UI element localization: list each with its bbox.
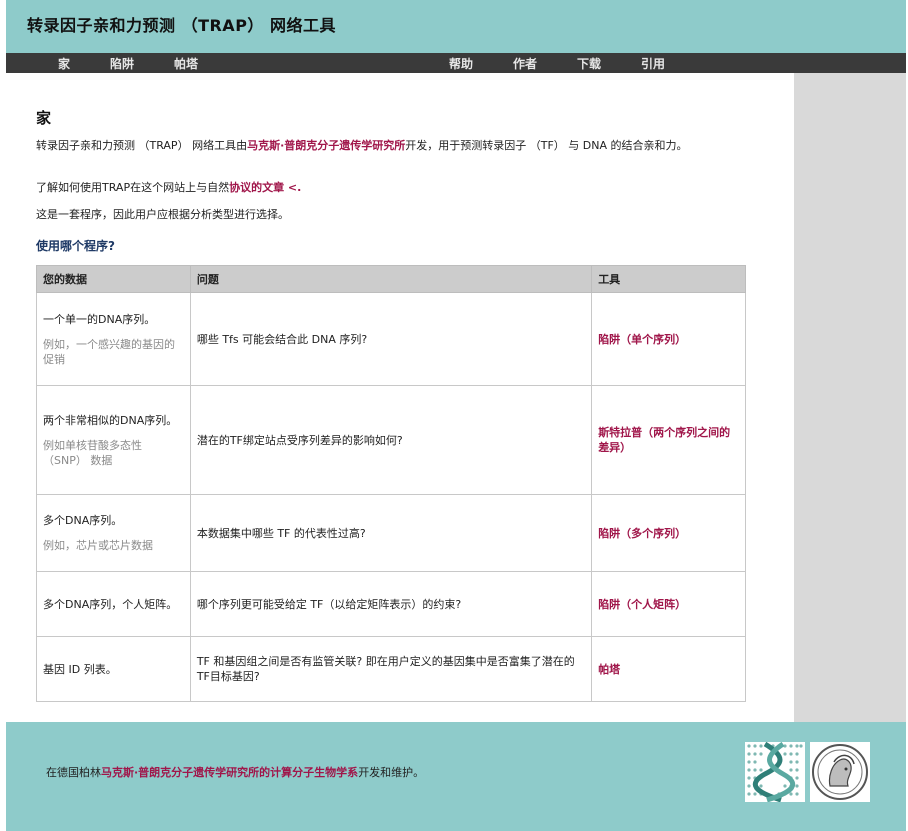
data-text: 两个非常相似的DNA序列。 — [43, 413, 178, 427]
col-header-question: 问题 — [189, 265, 593, 293]
which-program-heading: 使用哪个程序? — [36, 239, 115, 253]
table-header-row: 您的数据 问题 工具 — [36, 265, 746, 293]
question-cell: 哪个序列更可能受给定 TF（以给定矩阵表示）的约束? — [189, 571, 593, 637]
suite-paragraph: 这是一套程序，因此用户应根据分析类型进行选择。 — [36, 208, 289, 221]
nav-help-link[interactable]: 帮助 — [449, 55, 473, 72]
tool-link-pasta[interactable]: 帕塔 — [598, 663, 620, 676]
intro-text-start: 转录因子亲和力预测 （TRAP） 网络工具由 — [36, 139, 248, 152]
dna-logo-icon — [745, 742, 805, 802]
learn-text: 了解如何使用TRAP在这个网站上与自然 — [36, 181, 230, 194]
data-cell: 多个DNA序列。例如，芯片或芯片数据 — [36, 494, 191, 572]
tool-link-trap-matrix[interactable]: 陷阱（个人矩阵） — [598, 598, 686, 611]
data-text: 多个DNA序列。 — [43, 514, 123, 527]
example-text: 例如，一个感兴趣的基因的促销 — [43, 337, 175, 366]
site-header: 转录因子亲和力预测 （TRAP） 网络工具 — [6, 0, 906, 53]
page-heading: 家 — [36, 109, 52, 127]
protocol-article-link[interactable]: 协议的文章 <. — [229, 181, 301, 194]
col-header-data: 您的数据 — [36, 265, 191, 293]
footer-text-start: 在德国柏林 — [46, 766, 101, 779]
tool-cell: 陷阱（单个序列） — [591, 292, 746, 386]
nav-home-link[interactable]: 家 — [58, 55, 70, 72]
nav-pasta-link[interactable]: 帕塔 — [174, 55, 198, 72]
data-cell: 一个单一的DNA序列。例如，一个感兴趣的基因的促销 — [36, 292, 191, 386]
footer-department-link[interactable]: 马克斯·普朗克分子遗传学研究所的计算分子生物学系 — [101, 766, 358, 779]
question-cell: 本数据集中哪些 TF 的代表性过高? — [189, 494, 593, 572]
tool-link-trap-single[interactable]: 陷阱（单个序列） — [598, 333, 686, 346]
col-header-tool: 工具 — [591, 265, 746, 293]
table-row: 一个单一的DNA序列。例如，一个感兴趣的基因的促销 哪些 Tfs 可能会结合此 … — [36, 292, 746, 386]
minerva-logo-icon — [810, 742, 870, 802]
tool-cell: 陷阱（多个序列） — [591, 494, 746, 572]
data-cell: 多个DNA序列，个人矩阵。 — [36, 571, 191, 637]
institute-link[interactable]: 马克斯·普朗克分子遗传学研究所 — [247, 139, 405, 152]
tool-cell: 斯特拉普（两个序列之间的差异） — [591, 385, 746, 495]
nav-trap-link[interactable]: 陷阱 — [110, 55, 134, 72]
tool-cell: 帕塔 — [591, 636, 746, 702]
tool-link-strap[interactable]: 斯特拉普（两个序列之间的差异） — [598, 426, 730, 454]
table-row: 两个非常相似的DNA序列。例如单核苷酸多态性 （SNP） 数据 潜在的TF绑定站… — [36, 385, 746, 495]
data-cell: 两个非常相似的DNA序列。例如单核苷酸多态性 （SNP） 数据 — [36, 385, 191, 495]
nav-download-link[interactable]: 下载 — [577, 55, 601, 72]
question-cell: 潜在的TF绑定站点受序列差异的影响如何? — [189, 385, 593, 495]
table-row: 多个DNA序列，个人矩阵。 哪个序列更可能受给定 TF（以给定矩阵表示）的约束?… — [36, 571, 746, 637]
example-text: 例如，芯片或芯片数据 — [43, 539, 153, 552]
right-sidebar — [794, 73, 906, 722]
tool-link-trap-multiple[interactable]: 陷阱（多个序列） — [598, 527, 686, 540]
learn-paragraph: 了解如何使用TRAP在这个网站上与自然协议的文章 <. — [36, 180, 748, 195]
nav-cite-link[interactable]: 引用 — [641, 55, 665, 72]
question-cell: 哪些 Tfs 可能会结合此 DNA 序列? — [189, 292, 593, 386]
table-row: 多个DNA序列。例如，芯片或芯片数据 本数据集中哪些 TF 的代表性过高? 陷阱… — [36, 494, 746, 572]
site-footer: 在德国柏林马克斯·普朗克分子遗传学研究所的计算分子生物学系开发和维护。 — [6, 722, 906, 831]
tool-cell: 陷阱（个人矩阵） — [591, 571, 746, 637]
data-cell: 基因 ID 列表。 — [36, 636, 191, 702]
intro-text-end: 开发，用于预测转录因子 （TF） 与 DNA 的结合亲和力。 — [405, 139, 688, 152]
data-text: 多个DNA序列，个人矩阵。 — [43, 597, 178, 611]
intro-paragraph: 转录因子亲和力预测 （TRAP） 网络工具由马克斯·普朗克分子遗传学研究所开发，… — [36, 138, 748, 153]
page: 转录因子亲和力预测 （TRAP） 网络工具 家 陷阱 帕塔 帮助 作者 下载 引… — [0, 0, 908, 831]
data-text: 一个单一的DNA序列。 — [43, 312, 156, 326]
table-row: 基因 ID 列表。 TF 和基因组之间是否有监管关联? 即在用户定义的基因集中是… — [36, 636, 746, 702]
question-cell: TF 和基因组之间是否有监管关联? 即在用户定义的基因集中是否富集了潜在的TF目… — [189, 636, 593, 702]
site-title: 转录因子亲和力预测 （TRAP） 网络工具 — [27, 16, 336, 35]
footer-text-end: 开发和维护。 — [358, 766, 425, 779]
footer-credit: 在德国柏林马克斯·普朗克分子遗传学研究所的计算分子生物学系开发和维护。 — [46, 764, 424, 780]
nav-authors-link[interactable]: 作者 — [513, 55, 537, 72]
program-table: 您的数据 问题 工具 一个单一的DNA序列。例如，一个感兴趣的基因的促销 哪些 … — [36, 265, 746, 702]
data-text: 基因 ID 列表。 — [43, 662, 117, 676]
example-text: 例如单核苷酸多态性 （SNP） 数据 — [43, 438, 142, 467]
nav-bar: 家 陷阱 帕塔 帮助 作者 下载 引用 — [6, 53, 906, 73]
